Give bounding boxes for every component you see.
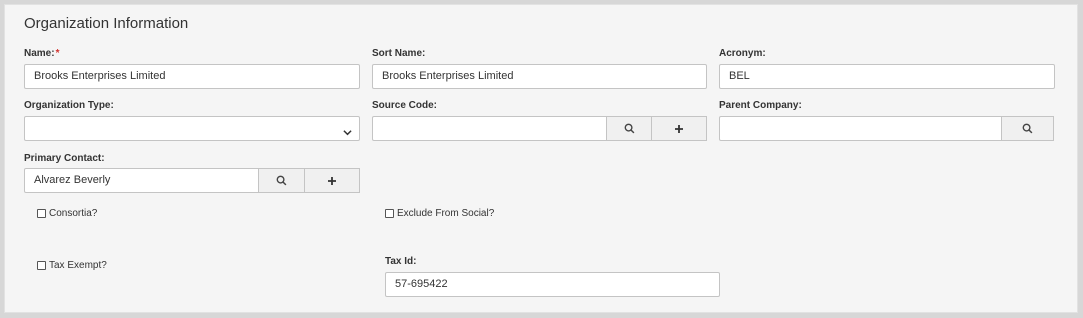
primary-contact-add-button[interactable] (304, 168, 360, 193)
source-code-label: Source Code: (372, 100, 438, 111)
plus-icon (674, 124, 684, 134)
name-field[interactable]: Brooks Enterprises Limited (24, 64, 360, 89)
sort-name-label: Sort Name: (372, 48, 426, 59)
search-icon (624, 123, 635, 134)
consortia-checkbox-box[interactable] (37, 209, 46, 218)
required-marker: * (55, 48, 60, 59)
primary-contact-search-button[interactable] (258, 168, 305, 193)
parent-company-label: Parent Company: (719, 100, 802, 111)
plus-icon (327, 176, 337, 186)
parent-company-field[interactable] (719, 116, 1003, 141)
source-code-search-button[interactable] (606, 116, 652, 141)
primary-contact-field[interactable]: Alvarez Beverly (24, 168, 260, 193)
acronym-field[interactable]: BEL (719, 64, 1055, 89)
tax-id-field[interactable]: 57-695422 (385, 272, 720, 297)
tax-id-label: Tax Id: (385, 256, 417, 267)
tax-exempt-checkbox-label: Tax Exempt? (49, 260, 107, 271)
primary-contact-label: Primary Contact: (24, 153, 105, 164)
source-code-field[interactable] (372, 116, 608, 141)
name-label-text: Name: (24, 48, 55, 59)
parent-company-search-button[interactable] (1001, 116, 1054, 141)
search-icon (276, 175, 287, 186)
chevron-down-icon (343, 124, 352, 136)
tax-exempt-checkbox-box[interactable] (37, 261, 46, 270)
consortia-checkbox-label: Consortia? (49, 208, 98, 219)
source-code-add-button[interactable] (651, 116, 707, 141)
exclude-from-social-checkbox-box[interactable] (385, 209, 394, 218)
consortia-checkbox[interactable]: Consortia? (37, 208, 97, 219)
exclude-from-social-checkbox[interactable]: Exclude From Social? (385, 208, 494, 219)
acronym-label: Acronym: (719, 48, 766, 59)
search-icon (1022, 123, 1033, 134)
organization-type-label: Organization Type: (24, 100, 114, 111)
sort-name-field[interactable]: Brooks Enterprises Limited (372, 64, 707, 89)
organization-information-panel: Organization Information Name:* Brooks E… (4, 4, 1078, 313)
name-label: Name:* (24, 48, 59, 59)
organization-type-select[interactable] (24, 116, 360, 141)
tax-exempt-checkbox[interactable]: Tax Exempt? (37, 260, 107, 271)
section-title: Organization Information (24, 15, 189, 32)
exclude-from-social-checkbox-label: Exclude From Social? (397, 208, 495, 219)
